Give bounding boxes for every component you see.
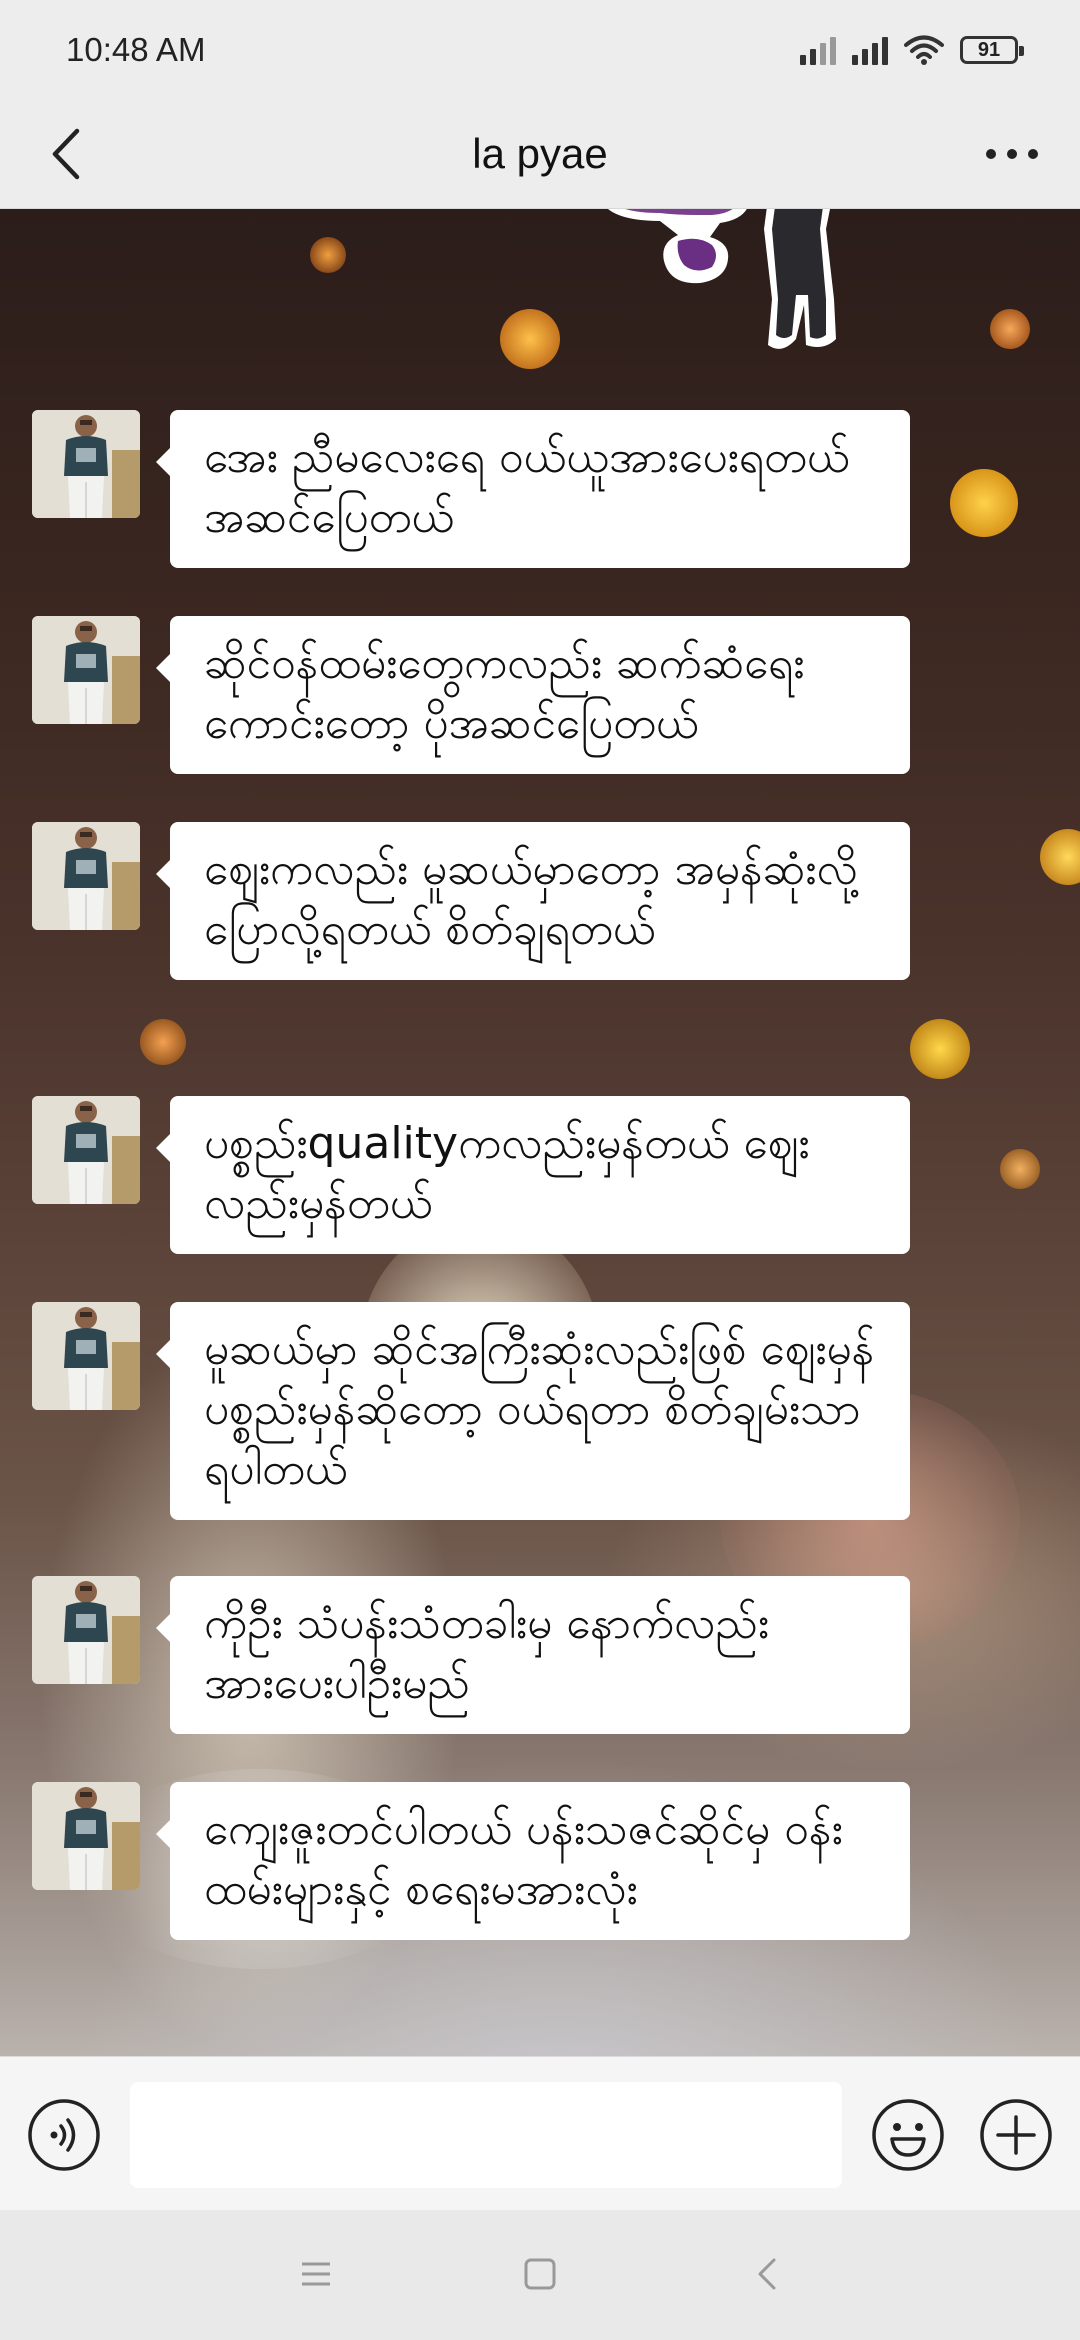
plus-button[interactable] [978, 2097, 1054, 2173]
status-bar: 10:48 AM 91 [0, 0, 1080, 100]
message-row: ကိုဦး သံပန်းသံတခါးမှ နောက်လည်း အားပေးပါဦ… [32, 1576, 912, 1734]
battery-icon: 91 [960, 36, 1024, 64]
chat-title: la pyae [472, 130, 608, 177]
avatar[interactable] [32, 410, 140, 518]
bokeh-light [1000, 1149, 1040, 1189]
message-bubble[interactable]: အေး ညီမလေးရေ ဝယ်ယူအားပေးရတယ် အဆင်ပြေတယ် [156, 410, 910, 568]
nav-back-button[interactable] [748, 2254, 788, 2294]
message-row: ဈေးကလည်း မူဆယ်မှာတော့ အမှန်ဆုံးလို့ပြောလ… [32, 822, 912, 980]
plus-icon [980, 2099, 1052, 2171]
emoji-icon [872, 2099, 944, 2171]
message-bubble[interactable]: ကိုဦး သံပန်းသံတခါးမှ နောက်လည်း အားပေးပါဦ… [156, 1576, 910, 1734]
status-icons: 91 [800, 34, 1024, 66]
home-square-icon [524, 2258, 556, 2290]
message-row: မူဆယ်မှာ ဆိုင်အကြီးဆုံးလည်းဖြစ် ဈေးမှန်ပ… [32, 1302, 912, 1520]
avatar-image [32, 1096, 140, 1204]
voice-button[interactable] [26, 2097, 102, 2173]
message-bubble[interactable]: ကျေးဇူးတင်ပါတယ် ပန်းသဇင်ဆိုင်မှ ဝန်းထမ်း… [156, 1782, 910, 1940]
avatar[interactable] [32, 1096, 140, 1204]
battery-level: 91 [977, 38, 1001, 61]
message-bubble[interactable]: ဈေးကလည်း မူဆယ်မှာတော့ အမှန်ဆုံးလို့ပြောလ… [156, 822, 910, 980]
chat-area[interactable]: အေး ညီမလေးရေ ဝယ်ယူအားပေးရတယ် အဆင်ပြေတယ် … [0, 209, 1080, 2056]
avatar[interactable] [32, 822, 140, 930]
avatar-image [32, 1782, 140, 1890]
nav-home-button[interactable] [520, 2254, 560, 2294]
menu-icon [302, 2262, 330, 2286]
message-bubble[interactable]: ဆိုင်ဝန်ထမ်းတွေကလည်း ဆက်ဆံရေးကောင်းတော့ … [156, 616, 910, 774]
bokeh-light [1040, 829, 1080, 885]
message-row: ပစ္စည်းqualityကလည်းမှန်တယ် ဈေးလည်းမှန်တယ… [32, 1096, 912, 1254]
back-triangle-icon [758, 2258, 776, 2290]
bokeh-light [990, 309, 1030, 349]
more-horizontal-icon [986, 149, 1038, 159]
wifi-icon [904, 35, 944, 65]
avatar-image [32, 1302, 140, 1410]
avatar[interactable] [32, 1302, 140, 1410]
bokeh-light [950, 469, 1018, 537]
message-row: အေး ညီမလေးရေ ဝယ်ယူအားပေးရတယ် အဆင်ပြေတယ် [32, 410, 912, 568]
chevron-left-icon [52, 128, 80, 180]
more-options-button[interactable] [972, 122, 1052, 186]
bokeh-light [140, 1019, 186, 1065]
message-row: ကျေးဇူးတင်ပါတယ် ပန်းသဇင်ဆိုင်မှ ဝန်းထမ်း… [32, 1782, 912, 1940]
chat-screen: 10:48 AM 91 la pyae အေး ညီမလေးရေ ဝယ်ယူအာ… [0, 0, 1080, 2340]
message-bubble[interactable]: မူဆယ်မှာ ဆိုင်အကြီးဆုံးလည်းဖြစ် ဈေးမှန်ပ… [156, 1302, 910, 1520]
message-bubble[interactable]: ပစ္စည်းqualityကလည်းမှန်တယ် ဈေးလည်းမှန်တယ… [156, 1096, 910, 1254]
back-button[interactable] [36, 122, 96, 186]
input-bar [0, 2056, 1080, 2211]
voice-icon [28, 2099, 100, 2171]
nav-menu-button[interactable] [296, 2254, 336, 2294]
avatar[interactable] [32, 1782, 140, 1890]
avatar-image [32, 410, 140, 518]
bokeh-light [310, 237, 346, 273]
signal-2-icon [852, 35, 888, 65]
bokeh-light [910, 1019, 970, 1079]
avatar-image [32, 616, 140, 724]
system-nav-bar [0, 2210, 1080, 2340]
bokeh-light [500, 309, 560, 369]
emoji-button[interactable] [870, 2097, 946, 2173]
message-row: ဆိုင်ဝန်ထမ်းတွေကလည်း ဆက်ဆံရေးကောင်းတော့ … [32, 616, 912, 774]
signal-1-icon [800, 35, 836, 65]
message-input[interactable] [130, 2082, 842, 2188]
avatar[interactable] [32, 1576, 140, 1684]
avatar[interactable] [32, 616, 140, 724]
avatar-image [32, 822, 140, 930]
sticker-image [608, 209, 836, 349]
chat-header: la pyae [0, 100, 1080, 209]
avatar-image [32, 1576, 140, 1684]
status-time: 10:48 AM [66, 31, 206, 68]
